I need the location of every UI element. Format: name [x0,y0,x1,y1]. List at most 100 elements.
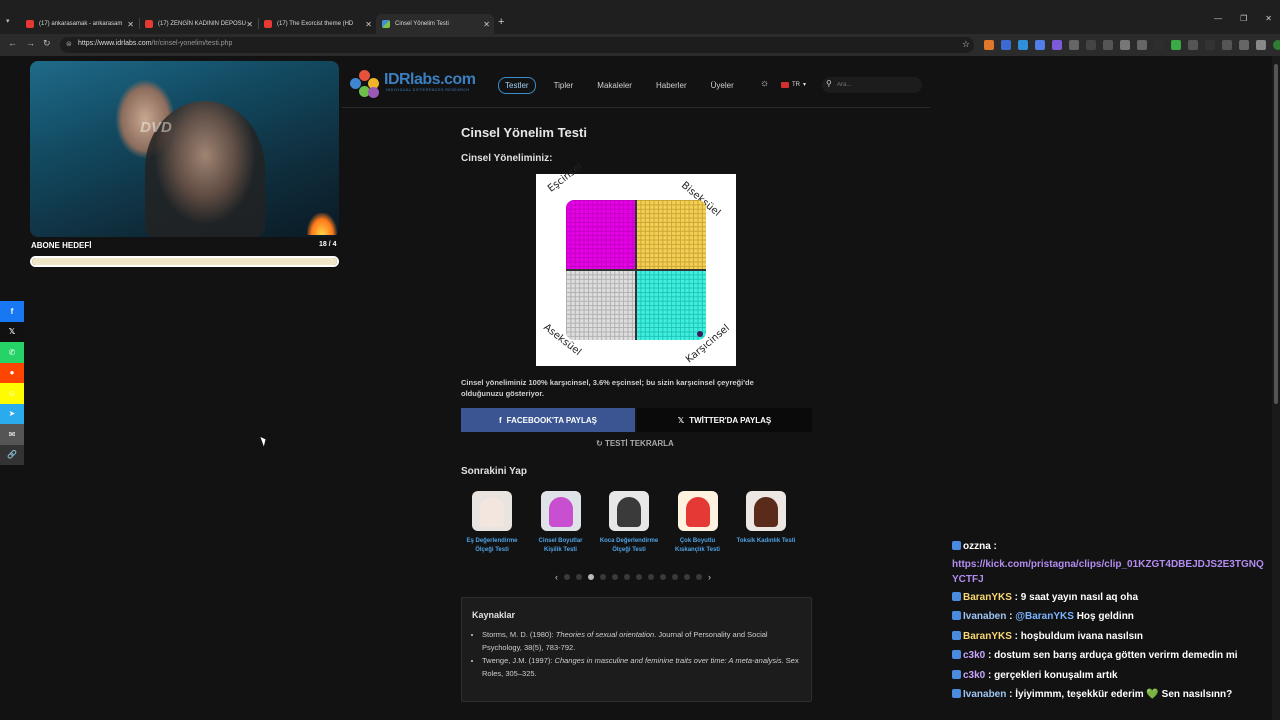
tab-search-icon[interactable]: ▾ [6,17,10,25]
facebook-icon[interactable]: f [0,301,24,322]
snapchat-icon[interactable]: ☺ [0,383,24,404]
pager-dot[interactable] [564,574,570,580]
close-tab-icon[interactable]: ✕ [483,20,490,29]
search-input[interactable] [837,80,917,90]
site-info-icon[interactable]: ⊜ [66,40,72,48]
browser-tab[interactable]: (17) The Exorcist theme (HD ✕ [258,14,376,34]
chevron-left-icon[interactable]: ‹ [555,572,558,582]
pager-dot[interactable] [624,574,630,580]
next-test-card[interactable]: Koca Değerlendirme Ölçeği Testi [598,491,660,555]
bookmark-star-icon[interactable]: ☆ [962,39,970,50]
new-tab-button[interactable]: + [498,16,504,28]
share-twitter-button[interactable]: 𝕏 TWİTTER'DA PAYLAŞ [637,408,812,432]
link-icon[interactable]: 🔗 [0,444,24,465]
pager-dot-active[interactable] [588,574,594,580]
forward-icon[interactable]: → [26,38,35,48]
extension-icon[interactable] [1052,40,1062,50]
chat-username[interactable]: c3k0 [963,650,985,661]
back-icon[interactable]: ← [8,38,17,48]
groom-icon[interactable] [609,491,649,531]
extension-icon[interactable] [1001,40,1011,50]
reddit-icon[interactable]: ● [0,362,24,383]
pager-dot[interactable] [612,574,618,580]
browser-tab[interactable]: (17) ZENGİN KADININ DEPOSU ✕ [139,14,257,34]
flaming-heart-icon[interactable] [677,491,718,531]
reload-icon[interactable]: ↻ [43,38,51,49]
pager-dot[interactable] [660,574,666,580]
share-facebook-button[interactable]: f FACEBOOK'TA PAYLAŞ [461,408,635,432]
theme-toggle-icon[interactable]: ☼ [760,78,769,89]
pager-dot[interactable] [636,574,642,580]
woman-icon[interactable] [746,491,786,531]
chat-username[interactable]: BaranYKS [963,631,1012,642]
nav-uyeler[interactable]: Üyeler [705,78,740,93]
pager-dot[interactable] [672,574,678,580]
url-field[interactable]: ⊜ https://www.idrlabs.com/tr/cinsel-yone… [60,37,974,53]
close-tab-icon[interactable]: ✕ [246,20,253,29]
next-test-card[interactable]: Toksik Kadınlık Testi [735,491,797,546]
close-window-icon[interactable]: ✕ [1265,14,1272,23]
next-test-name[interactable]: Çok Boyutlu Kıskançlık Testi [667,537,729,555]
next-test-card[interactable]: Cinsel Boyutlar Kişilik Testi [530,491,592,555]
nav-makaleler[interactable]: Makaleler [591,78,638,93]
chat-username[interactable]: Ivanaben [963,611,1006,622]
extension-icon[interactable] [1069,40,1079,50]
chat-username[interactable]: Ivanaben [963,689,1006,700]
chat-link[interactable]: https://kick.com/pristagna/clips/clip_01… [952,559,1264,586]
search-icon[interactable]: ⚲ [826,79,832,88]
whatsapp-icon[interactable]: ✆ [0,342,24,363]
page-scrollbar[interactable] [1272,56,1280,720]
next-test-name[interactable]: Toksik Kadınlık Testi [735,537,797,546]
chat-username[interactable]: ozzna [963,541,991,552]
nav-testler[interactable]: Testler [498,77,536,94]
brand-name[interactable]: IDRlabs.com [384,71,476,89]
language-selector[interactable]: TR ▾ [781,81,806,88]
page-title: Cinsel Yönelim Testi [461,125,587,140]
x-icon[interactable]: 𝕏 [0,321,24,342]
extension-icon[interactable] [1239,40,1249,50]
email-icon[interactable]: ✉ [0,424,24,445]
next-test-name[interactable]: Koca Değerlendirme Ölçeği Testi [598,537,660,555]
chevron-right-icon[interactable]: › [708,572,711,582]
idrlabs-logo-icon[interactable] [350,70,380,98]
close-tab-icon[interactable]: ✕ [365,20,372,29]
next-test-name[interactable]: Cinsel Boyutlar Kişilik Testi [530,537,592,555]
pager-dot[interactable] [684,574,690,580]
extension-icon[interactable] [1188,40,1198,50]
pager-dot[interactable] [696,574,702,580]
next-test-name[interactable]: Eş Değerlendirme Ölçeği Testi [461,537,523,555]
pager-dot[interactable] [576,574,582,580]
browser-tab[interactable]: (17) ankarasamak - ankarasam ✕ [20,14,138,34]
extension-icon[interactable] [1086,40,1096,50]
extension-icon[interactable] [1256,40,1266,50]
pager-dot[interactable] [600,574,606,580]
next-test-card[interactable]: Eş Değerlendirme Ölçeği Testi [461,491,523,555]
nav-haberler[interactable]: Haberler [650,78,693,93]
extension-icon[interactable] [1222,40,1232,50]
nav-tipler[interactable]: Tipler [548,78,580,93]
bride-icon[interactable] [472,491,512,531]
next-test-card[interactable]: Çok Boyutlu Kıskançlık Testi [667,491,729,555]
retake-test-button[interactable]: ↻ TESTİ TEKRARLA [596,439,674,448]
chat-username[interactable]: c3k0 [963,670,985,681]
profile-avatar[interactable] [1273,40,1280,50]
telegram-icon[interactable]: ➤ [0,403,24,424]
chat-badge-icon [952,650,961,659]
extension-icon[interactable] [1120,40,1130,50]
extension-icon[interactable] [1018,40,1028,50]
restore-icon[interactable]: ❐ [1240,14,1247,23]
extension-icon[interactable] [1137,40,1147,50]
extension-icon[interactable] [1171,40,1181,50]
browser-tab-active[interactable]: Cinsel Yönelim Testi ✕ [376,14,494,34]
extension-icon[interactable] [984,40,994,50]
question-mark-icon[interactable] [540,491,581,531]
extension-icon[interactable] [1103,40,1113,50]
pager-dot[interactable] [648,574,654,580]
close-tab-icon[interactable]: ✕ [127,20,134,29]
extension-icon[interactable] [1205,40,1215,50]
extension-icon[interactable] [1035,40,1045,50]
chat-username[interactable]: BaranYKS [963,592,1012,603]
scrollbar-thumb[interactable] [1274,64,1278,404]
extension-icon[interactable] [1154,40,1164,50]
minimize-icon[interactable]: — [1214,14,1222,23]
